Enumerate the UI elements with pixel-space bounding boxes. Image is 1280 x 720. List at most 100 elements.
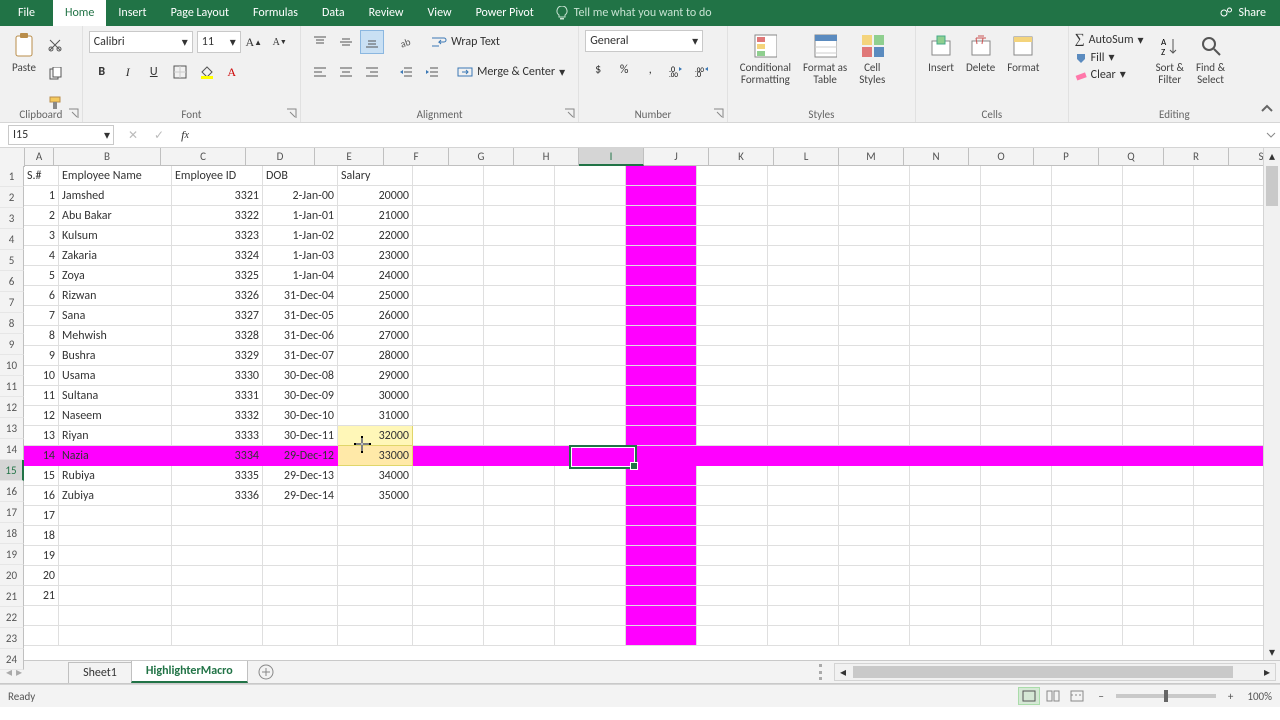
cell-G6[interactable] [484, 266, 555, 286]
comma-format-button[interactable]: , [638, 58, 662, 82]
cell-B12[interactable]: Sultana [59, 386, 172, 406]
page-break-view-button[interactable] [1066, 687, 1088, 705]
cell-P10[interactable] [1123, 346, 1194, 366]
cell-E14[interactable]: 32000 [338, 426, 413, 446]
column-header-K[interactable]: K [709, 148, 774, 166]
align-middle-button[interactable] [334, 30, 358, 54]
row-header-18[interactable]: 18 [0, 523, 24, 544]
cell-C4[interactable]: 3323 [172, 226, 263, 246]
cell-O18[interactable] [1052, 506, 1123, 526]
cell-B7[interactable]: Rizwan [59, 286, 172, 306]
cell-O22[interactable] [1052, 586, 1123, 606]
cell-N13[interactable] [981, 406, 1052, 426]
cell-A21[interactable]: 20 [24, 566, 59, 586]
cell-I3[interactable] [626, 206, 697, 226]
cell-J8[interactable] [697, 306, 768, 326]
cell-D18[interactable] [263, 506, 338, 526]
cell-N7[interactable] [981, 286, 1052, 306]
cell-N24[interactable] [981, 626, 1052, 646]
cell-E22[interactable] [338, 586, 413, 606]
cell-G20[interactable] [484, 546, 555, 566]
column-header-I[interactable]: I [579, 148, 644, 166]
align-bottom-button[interactable] [360, 30, 384, 54]
cell-H12[interactable] [555, 386, 626, 406]
row-header-21[interactable]: 21 [0, 586, 24, 607]
cell-F11[interactable] [413, 366, 484, 386]
cell-F5[interactable] [413, 246, 484, 266]
cell-styles-button[interactable]: Cell Styles [853, 30, 891, 88]
sort-filter-button[interactable]: AZ Sort & Filter [1150, 30, 1190, 88]
cell-C17[interactable]: 3336 [172, 486, 263, 506]
cell-E16[interactable]: 34000 [338, 466, 413, 486]
cell-B14[interactable]: Riyan [59, 426, 172, 446]
cell-K14[interactable] [768, 426, 839, 446]
cell-C8[interactable]: 3327 [172, 306, 263, 326]
cell-O8[interactable] [1052, 306, 1123, 326]
cell-J22[interactable] [697, 586, 768, 606]
cell-O19[interactable] [1052, 526, 1123, 546]
cell-E20[interactable] [338, 546, 413, 566]
cell-K15[interactable] [768, 446, 839, 466]
tell-me-search[interactable]: Tell me what you want to do [556, 0, 1206, 26]
cell-M7[interactable] [910, 286, 981, 306]
scroll-right-button[interactable]: ▸ [1259, 664, 1275, 680]
tab-file[interactable]: File [0, 0, 53, 26]
cell-L1[interactable] [839, 166, 910, 186]
cell-L11[interactable] [839, 366, 910, 386]
cell-H16[interactable] [555, 466, 626, 486]
cell-I9[interactable] [626, 326, 697, 346]
cell-D1[interactable]: DOB [263, 166, 338, 186]
cell-N23[interactable] [981, 606, 1052, 626]
cell-H18[interactable] [555, 506, 626, 526]
cell-C20[interactable] [172, 546, 263, 566]
cell-I1[interactable] [626, 166, 697, 186]
cell-O6[interactable] [1052, 266, 1123, 286]
column-header-E[interactable]: E [315, 148, 384, 166]
cell-H23[interactable] [555, 606, 626, 626]
cell-H11[interactable] [555, 366, 626, 386]
zoom-out-button[interactable]: − [1098, 690, 1103, 703]
cell-L10[interactable] [839, 346, 910, 366]
cell-D9[interactable]: 31-Dec-06 [263, 326, 338, 346]
cell-M19[interactable] [910, 526, 981, 546]
cell-O15[interactable] [1052, 446, 1123, 466]
cell-C24[interactable] [172, 626, 263, 646]
cell-Q19[interactable] [1194, 526, 1265, 546]
cell-E12[interactable]: 30000 [338, 386, 413, 406]
cell-A17[interactable]: 16 [24, 486, 59, 506]
cell-P11[interactable] [1123, 366, 1194, 386]
row-header-6[interactable]: 6 [0, 271, 24, 292]
format-as-table-button[interactable]: Format as Table [797, 30, 853, 88]
cancel-formula-button[interactable]: ✕ [121, 124, 145, 146]
row-header-10[interactable]: 10 [0, 355, 24, 376]
cell-F1[interactable] [413, 166, 484, 186]
cell-C23[interactable] [172, 606, 263, 626]
cell-Q9[interactable] [1194, 326, 1265, 346]
cell-Q4[interactable] [1194, 226, 1265, 246]
cell-F2[interactable] [413, 186, 484, 206]
cell-D23[interactable] [263, 606, 338, 626]
row-header-22[interactable]: 22 [0, 607, 24, 628]
cell-P21[interactable] [1123, 566, 1194, 586]
cell-F8[interactable] [413, 306, 484, 326]
tab-formulas[interactable]: Formulas [241, 0, 310, 26]
column-header-G[interactable]: G [449, 148, 514, 166]
cell-C15[interactable]: 3334 [172, 446, 263, 466]
cell-M22[interactable] [910, 586, 981, 606]
cell-J23[interactable] [697, 606, 768, 626]
cell-C10[interactable]: 3329 [172, 346, 263, 366]
cell-J5[interactable] [697, 246, 768, 266]
cell-A6[interactable]: 5 [24, 266, 59, 286]
cell-D21[interactable] [263, 566, 338, 586]
tab-insert[interactable]: Insert [106, 0, 158, 26]
cell-G5[interactable] [484, 246, 555, 266]
cell-H5[interactable] [555, 246, 626, 266]
row-header-20[interactable]: 20 [0, 565, 24, 586]
cell-L13[interactable] [839, 406, 910, 426]
cell-K13[interactable] [768, 406, 839, 426]
sheet-tab-highlightermacro[interactable]: HighlighterMacro [131, 660, 248, 683]
cell-J20[interactable] [697, 546, 768, 566]
bold-button[interactable]: B [90, 60, 114, 84]
cell-G9[interactable] [484, 326, 555, 346]
cell-O7[interactable] [1052, 286, 1123, 306]
